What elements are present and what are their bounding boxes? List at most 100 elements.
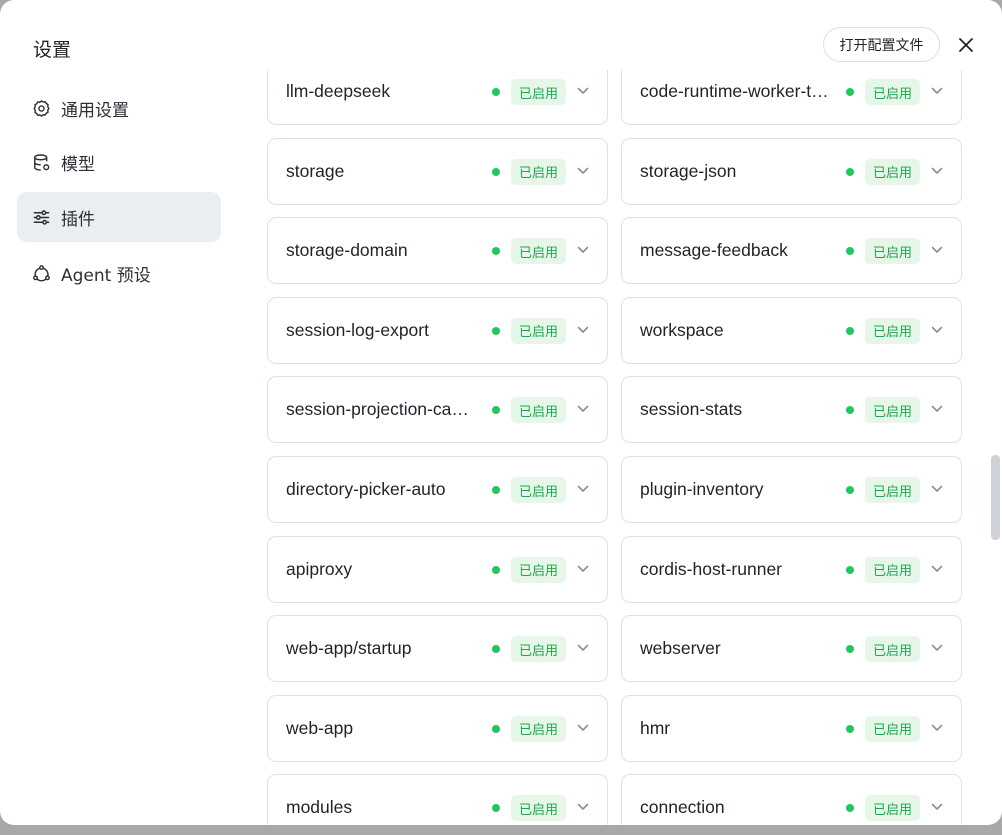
- plugin-name: workspace: [640, 319, 724, 340]
- chevron-down-icon[interactable]: [931, 85, 943, 97]
- nav-item-models[interactable]: 模型: [17, 137, 221, 187]
- nav-item-general[interactable]: 通用设置: [17, 83, 221, 133]
- status-dot: [846, 645, 854, 654]
- chevron-down-icon[interactable]: [577, 563, 589, 575]
- close-icon: [959, 38, 973, 52]
- chevron-down-icon[interactable]: [577, 244, 589, 256]
- chevron-down-icon[interactable]: [931, 722, 943, 734]
- plugin-card[interactable]: modules 已启用: [267, 774, 608, 825]
- plugin-card[interactable]: session-projection-cache 已启用: [267, 376, 608, 444]
- plugin-card[interactable]: web-app 已启用: [267, 694, 608, 762]
- agent-cycle-icon: [32, 264, 51, 283]
- plugin-card[interactable]: session-log-export 已启用: [267, 296, 608, 364]
- plugin-name: session-log-export: [286, 319, 429, 340]
- nav-item-label: 模型: [61, 154, 95, 175]
- status-dot: [846, 326, 854, 335]
- plugin-name: cordis-host-runner: [640, 558, 782, 579]
- plugin-list[interactable]: llm-deepseek 已启用 code-runtime-worker-threa…: [262, 70, 974, 825]
- plugin-card[interactable]: message-feedback 已启用: [621, 217, 962, 285]
- database-icon: [32, 153, 51, 172]
- status-badge: 已启用: [511, 397, 566, 424]
- chevron-down-icon[interactable]: [577, 324, 589, 336]
- chevron-down-icon[interactable]: [931, 165, 943, 177]
- status-dot: [492, 167, 500, 176]
- status-badge: 已启用: [511, 238, 566, 265]
- plugin-name: storage-json: [640, 160, 737, 181]
- status-badge: 已启用: [511, 636, 566, 663]
- status-dot: [846, 486, 854, 494]
- nav-item-label: Agent 预设: [61, 265, 151, 286]
- plugin-card[interactable]: storage-domain 已启用: [267, 217, 608, 285]
- nav-item-label: 插件: [61, 209, 95, 230]
- dialog-title: 设置: [33, 39, 72, 61]
- plugin-name: storage: [286, 160, 345, 181]
- status-badge: 已启用: [511, 158, 566, 185]
- plugin-card[interactable]: llm-deepseek 已启用: [267, 70, 608, 125]
- plugin-card[interactable]: code-runtime-worker-thread 已启用: [621, 70, 962, 125]
- status-badge: 已启用: [865, 795, 920, 822]
- chevron-down-icon[interactable]: [577, 483, 589, 495]
- plugin-card[interactable]: workspace 已启用: [621, 296, 962, 364]
- status-dot: [492, 724, 500, 733]
- scrollbar-thumb[interactable]: [991, 455, 1000, 540]
- gear-icon: [32, 99, 51, 118]
- plugin-card[interactable]: connection 已启用: [621, 774, 962, 825]
- plugin-name: session-projection-cache: [286, 399, 476, 420]
- plugin-card[interactable]: plugin-inventory 已启用: [621, 456, 962, 523]
- status-badge: 已启用: [865, 715, 920, 742]
- status-badge: 已启用: [865, 397, 920, 424]
- status-dot: [846, 88, 854, 96]
- status-dot: [492, 326, 500, 335]
- plugin-card[interactable]: storage-json 已启用: [621, 137, 962, 205]
- status-badge: 已启用: [865, 556, 920, 583]
- chevron-down-icon[interactable]: [931, 642, 943, 654]
- plugin-name: web-app: [286, 717, 354, 738]
- status-dot: [492, 486, 500, 494]
- status-dot: [846, 167, 854, 176]
- plugin-name: connection: [640, 797, 725, 818]
- nav-item-agent-presets[interactable]: Agent 预设: [17, 248, 221, 298]
- plugin-card[interactable]: webserver 已启用: [621, 615, 962, 683]
- status-badge: 已启用: [865, 636, 920, 663]
- chevron-down-icon[interactable]: [931, 483, 943, 495]
- sliders-icon: [32, 208, 51, 227]
- plugin-name: plugin-inventory: [640, 479, 764, 499]
- status-badge: 已启用: [511, 477, 566, 503]
- close-button[interactable]: [953, 32, 979, 58]
- plugin-card[interactable]: directory-picker-auto 已启用: [267, 456, 608, 523]
- chevron-down-icon[interactable]: [577, 642, 589, 654]
- plugin-name: llm-deepseek: [286, 81, 391, 101]
- chevron-down-icon[interactable]: [577, 165, 589, 177]
- status-dot: [846, 565, 854, 574]
- status-badge: 已启用: [511, 79, 566, 105]
- plugin-card[interactable]: web-app/startup 已启用: [267, 615, 608, 683]
- chevron-down-icon[interactable]: [577, 722, 589, 734]
- plugin-name: web-app/startup: [286, 638, 412, 659]
- status-badge: 已启用: [511, 795, 566, 822]
- chevron-down-icon[interactable]: [931, 324, 943, 336]
- open-config-file-button[interactable]: 打开配置文件: [823, 27, 940, 62]
- plugin-card[interactable]: cordis-host-runner 已启用: [621, 535, 962, 603]
- status-dot: [492, 565, 500, 574]
- chevron-down-icon[interactable]: [931, 801, 943, 813]
- plugin-name: modules: [286, 797, 353, 818]
- status-dot: [492, 88, 500, 96]
- chevron-down-icon[interactable]: [931, 563, 943, 575]
- plugin-name: directory-picker-auto: [286, 479, 446, 499]
- chevron-down-icon[interactable]: [931, 403, 943, 415]
- plugin-card[interactable]: hmr 已启用: [621, 694, 962, 762]
- plugin-card[interactable]: apiproxy 已启用: [267, 535, 608, 603]
- status-badge: 已启用: [865, 477, 920, 503]
- chevron-down-icon[interactable]: [577, 801, 589, 813]
- nav-item-plugins[interactable]: 插件: [17, 192, 221, 242]
- plugin-card[interactable]: storage 已启用: [267, 137, 608, 205]
- chevron-down-icon[interactable]: [577, 85, 589, 97]
- chevron-down-icon[interactable]: [931, 244, 943, 256]
- plugin-name: code-runtime-worker-thread: [640, 81, 830, 101]
- chevron-down-icon[interactable]: [577, 403, 589, 415]
- plugin-name: message-feedback: [640, 240, 788, 261]
- plugin-name: hmr: [640, 717, 671, 738]
- plugin-card[interactable]: session-stats 已启用: [621, 376, 962, 444]
- status-dot: [492, 804, 500, 813]
- status-dot: [846, 247, 854, 256]
